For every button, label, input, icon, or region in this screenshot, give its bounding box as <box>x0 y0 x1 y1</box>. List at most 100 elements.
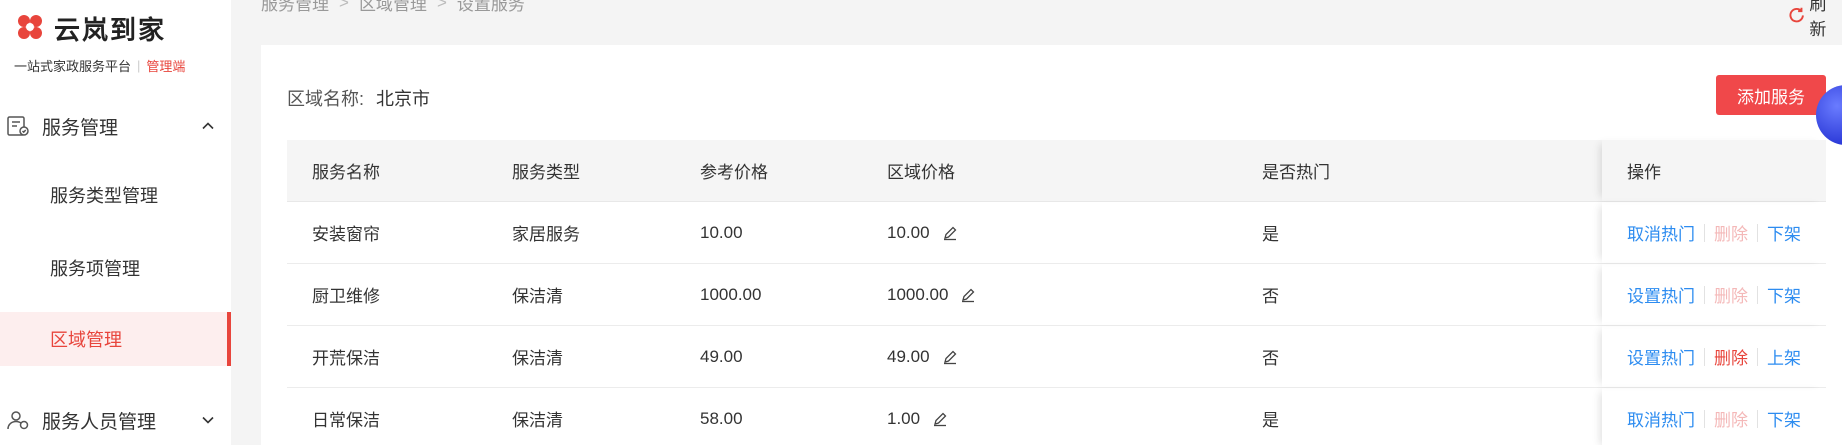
chevron-up-icon[interactable] <box>200 118 216 134</box>
cell-region-price: 1000.00 <box>887 264 976 325</box>
sidebar: 云岚到家 一站式家政服务平台 | 管理端 服务管理 服务类型管理 服务项管理 区… <box>0 0 231 445</box>
table-row: 开荒保洁 保洁清 49.00 49.00 否 设置热门 删除 上架 <box>287 326 1826 388</box>
sidebar-item-region[interactable]: 区域管理 <box>0 312 231 366</box>
sidebar-item-service-items[interactable]: 服务项管理 <box>0 241 231 295</box>
header-is-hot: 是否热门 <box>1262 163 1330 182</box>
row-action-link[interactable]: 下架 <box>1767 406 1801 431</box>
cell-reference-price: 1000.00 <box>700 284 762 304</box>
cell-region-price: 1.00 <box>887 388 948 445</box>
cell-service-type: 保洁清 <box>512 349 563 368</box>
action-divider <box>1757 285 1758 304</box>
sidebar-group-label: 服务管理 <box>42 117 119 139</box>
sidebar-item-label: 服务项管理 <box>50 259 140 279</box>
region-price-value: 10.00 <box>887 222 930 242</box>
action-divider <box>1704 347 1705 366</box>
row-action-link[interactable]: 设置热门 <box>1627 282 1695 307</box>
add-service-button[interactable]: 添加服务 <box>1716 75 1826 115</box>
cell-is-hot: 是 <box>1262 225 1279 244</box>
table-row: 厨卫维修 保洁清 1000.00 1000.00 否 设置热门 删除 下架 <box>287 264 1826 326</box>
cell-actions: 设置热门 删除 下架 <box>1627 264 1801 325</box>
sidebar-group-label: 服务人员管理 <box>42 411 157 433</box>
cell-actions: 设置热门 删除 上架 <box>1627 326 1801 387</box>
action-divider <box>1704 285 1705 304</box>
cell-service-type: 保洁清 <box>512 287 563 306</box>
action-divider <box>1704 409 1705 428</box>
edit-pencil-icon[interactable] <box>942 349 958 365</box>
cell-service-type: 家居服务 <box>512 225 580 244</box>
action-divider <box>1757 347 1758 366</box>
row-action-link[interactable]: 取消热门 <box>1627 406 1695 431</box>
table-row: 安装窗帘 家居服务 10.00 10.00 是 取消热门 删除 下架 <box>287 202 1826 264</box>
row-action-link: 删除 <box>1714 411 1748 430</box>
region-price-value: 1.00 <box>887 408 921 428</box>
slogan-divider: | <box>137 58 141 73</box>
header-actions: 操作 <box>1627 163 1661 182</box>
cell-is-hot: 是 <box>1262 411 1279 430</box>
edit-pencil-icon[interactable] <box>932 411 948 427</box>
action-divider <box>1757 223 1758 242</box>
table-row: 日常保洁 保洁清 58.00 1.00 是 取消热门 删除 下架 <box>287 388 1826 445</box>
row-action-link: 删除 <box>1714 287 1748 306</box>
brand-name: 云岚到家 <box>54 15 167 46</box>
admin-tag: 管理端 <box>146 59 186 74</box>
region-value: 北京市 <box>376 89 431 109</box>
clover-logo-icon <box>18 15 42 39</box>
service-table: 服务名称 服务类型 参考价格 区域价格 是否热门 操作 安装窗帘 家居服务 10.0… <box>287 140 1826 445</box>
table-body: 安装窗帘 家居服务 10.00 10.00 是取消热门 删除 下架 厨卫维修 保洁清 1000.0… <box>287 202 1826 445</box>
sidebar-item-label: 区域管理 <box>50 330 122 350</box>
slogan-text: 一站式家政服务平台 <box>14 59 132 74</box>
cell-service-name: 日常保洁 <box>312 411 380 430</box>
row-action-link[interactable]: 取消热门 <box>1627 220 1695 245</box>
row-action-link[interactable]: 上架 <box>1767 344 1801 369</box>
user-icon <box>7 411 29 430</box>
cell-region-price: 49.00 <box>887 326 958 387</box>
edit-pencil-icon[interactable] <box>942 225 958 241</box>
logo: 云岚到家 <box>12 8 166 48</box>
cell-service-name: 开荒保洁 <box>312 349 380 368</box>
cell-is-hot: 否 <box>1262 287 1279 306</box>
row-action-link[interactable]: 下架 <box>1767 220 1801 245</box>
cell-service-name: 安装窗帘 <box>312 225 380 244</box>
sidebar-item-label: 服务类型管理 <box>50 186 158 206</box>
table-header: 服务名称 服务类型 参考价格 区域价格 是否热门 操作 <box>287 140 1826 202</box>
action-divider <box>1704 223 1705 242</box>
region-price-value: 1000.00 <box>887 284 949 304</box>
sidebar-item-service-type[interactable]: 服务类型管理 <box>0 168 231 222</box>
breadcrumb-item[interactable]: 区域管理 <box>359 0 427 15</box>
cell-reference-price: 10.00 <box>700 222 743 242</box>
edit-pencil-icon[interactable] <box>960 287 976 303</box>
main-card: 区域名称: 北京市 添加服务 服务名称 服务类型 参考价格 区域价格 是否热门 … <box>261 45 1842 445</box>
cell-actions: 取消热门 删除 下架 <box>1627 388 1801 445</box>
header-reference-price: 参考价格 <box>700 163 768 182</box>
region-info: 区域名称: 北京市 <box>287 85 430 111</box>
cell-service-name: 厨卫维修 <box>312 287 380 306</box>
header-service-type: 服务类型 <box>512 163 580 182</box>
row-action-link[interactable]: 下架 <box>1767 282 1801 307</box>
cell-actions: 取消热门 删除 下架 <box>1627 202 1801 263</box>
breadcrumb-item-current: 设置服务 <box>456 0 525 14</box>
sidebar-group-service-management[interactable]: 服务管理 <box>0 98 231 154</box>
cell-reference-price: 58.00 <box>700 408 743 428</box>
chevron-down-icon[interactable] <box>200 412 216 428</box>
breadcrumb: 服务管理 > 区域管理 > 设置服务 <box>261 0 525 15</box>
brand-slogan: 一站式家政服务平台 | 管理端 <box>14 56 185 75</box>
cell-service-type: 保洁清 <box>512 411 563 430</box>
cell-reference-price: 49.00 <box>700 346 743 366</box>
sidebar-group-staff-management[interactable]: 服务人员管理 <box>0 392 231 445</box>
row-action-link: 删除 <box>1714 225 1748 244</box>
action-divider <box>1757 409 1758 428</box>
header-region-price: 区域价格 <box>887 163 955 182</box>
region-price-value: 49.00 <box>887 346 930 366</box>
refresh-label: 刷新 <box>1809 0 1827 39</box>
cell-region-price: 10.00 <box>887 202 958 263</box>
row-action-link[interactable]: 设置热门 <box>1627 344 1695 369</box>
row-action-link[interactable]: 删除 <box>1714 344 1748 369</box>
breadcrumb-separator: > <box>436 0 447 12</box>
cell-is-hot: 否 <box>1262 349 1279 368</box>
breadcrumb-item[interactable]: 服务管理 <box>261 0 329 15</box>
breadcrumb-separator: > <box>339 0 349 12</box>
service-list-icon <box>7 116 29 136</box>
refresh-button[interactable]: 刷新 <box>1788 0 1842 40</box>
refresh-icon <box>1789 7 1804 23</box>
header-service-name: 服务名称 <box>312 163 380 182</box>
